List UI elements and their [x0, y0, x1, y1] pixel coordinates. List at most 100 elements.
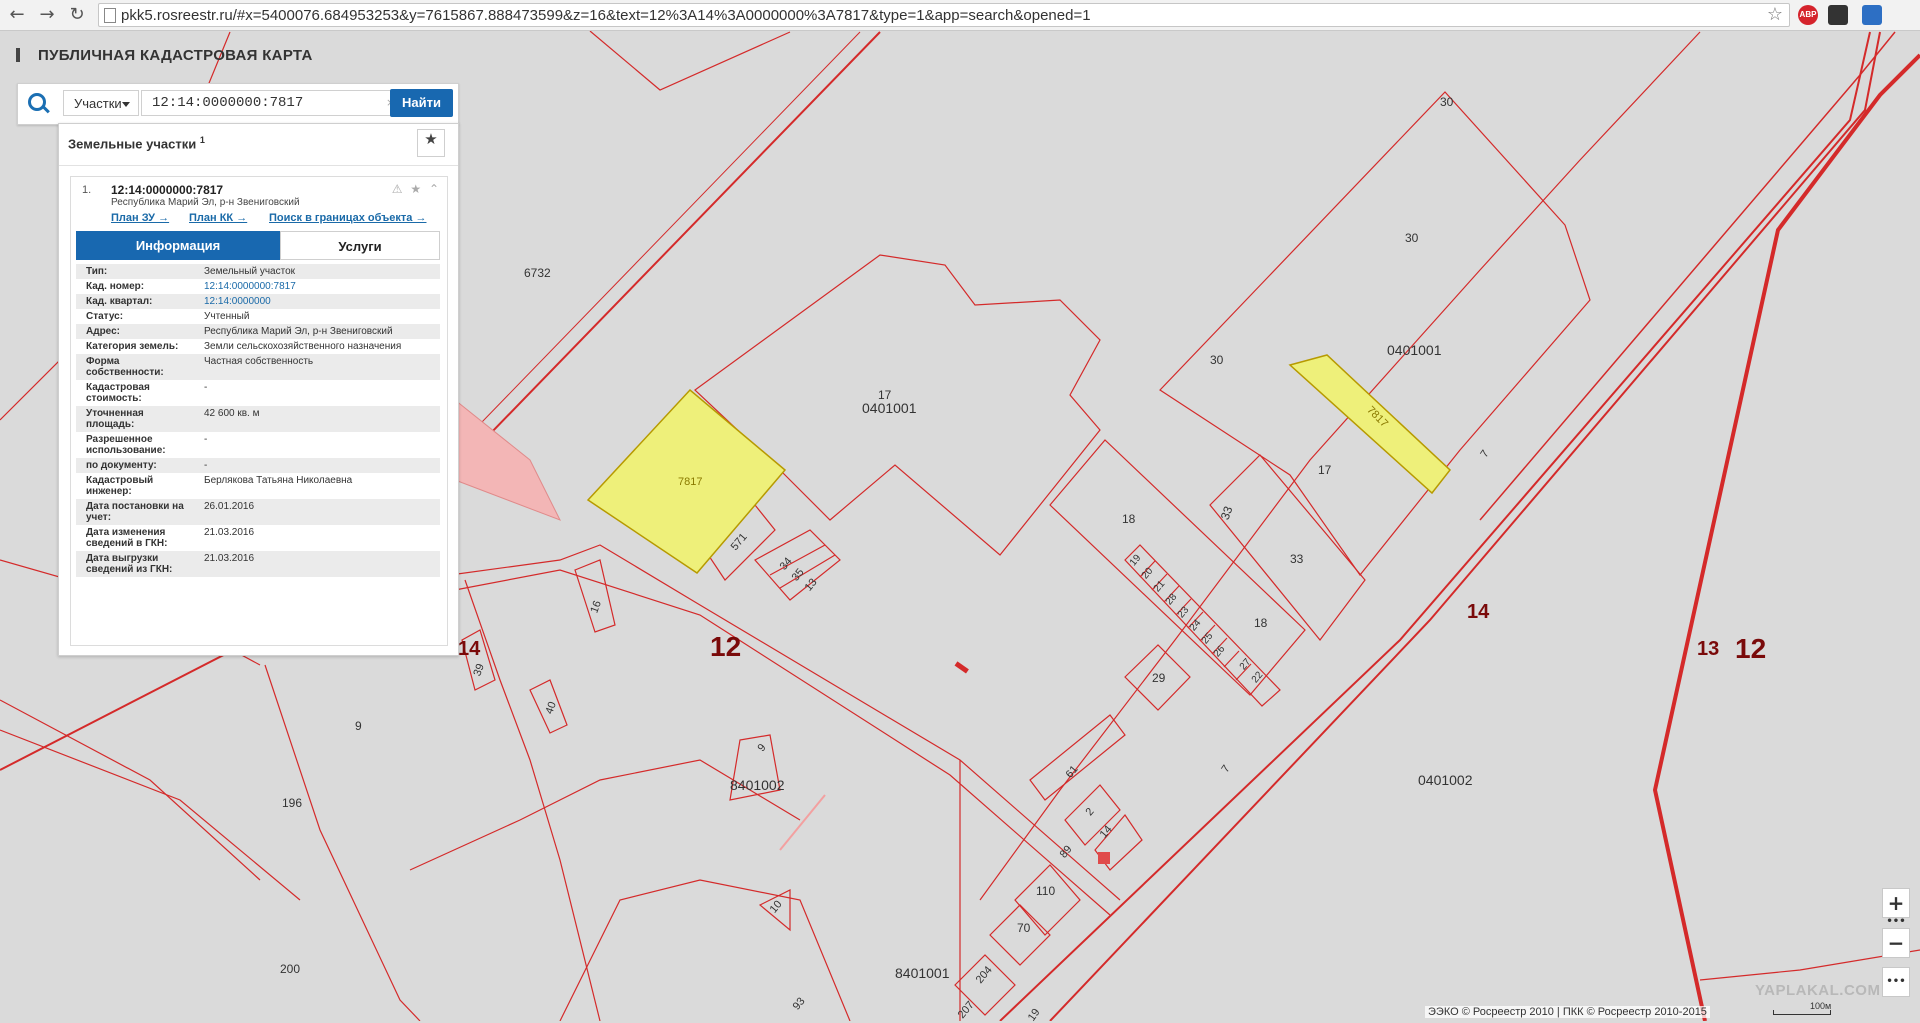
info-key: Дата изменения сведений в ГКН:	[86, 527, 168, 549]
info-value: -	[204, 382, 208, 393]
map-label: 0401001	[862, 400, 917, 416]
info-key: Уточненная площадь:	[86, 408, 144, 430]
info-value: Земли сельскохозяйственного назначения	[204, 341, 402, 352]
favorites-button[interactable]: ★	[417, 129, 445, 157]
info-row: Уточненная площадь: 42 600 кв. м	[76, 406, 440, 432]
plan-zu-link[interactable]: План ЗУ →	[111, 212, 169, 224]
map-label: 8401001	[895, 965, 950, 981]
info-value: Частная собственность	[204, 356, 314, 367]
map-label: 7817	[678, 476, 703, 488]
info-row: Кадастровая стоимость: -	[76, 380, 440, 406]
results-section-title: Земельные участки 1	[68, 135, 205, 151]
plan-kk-link[interactable]: План КК →	[189, 212, 247, 224]
info-key: Дата выгрузки сведений из ГКН:	[86, 553, 173, 575]
watermark: YAPLAKAL.COM	[1755, 982, 1881, 999]
page-icon	[104, 8, 116, 23]
results-title-text: Земельные участки	[68, 136, 197, 152]
map-big-label: 14	[458, 638, 481, 660]
info-row: Категория земель: Земли сельскохозяйствен…	[76, 339, 440, 354]
card-tools-icons[interactable]: ⚠ ★ ⌃	[392, 182, 441, 196]
result-index: 1.	[82, 184, 92, 196]
map-label: 0401002	[1418, 772, 1473, 788]
address-bar[interactable]: pkk5.rosreestr.ru/#x=5400076.684953253&y…	[98, 3, 1790, 27]
map-label: 8401002	[730, 777, 785, 793]
info-value: -	[204, 434, 208, 445]
info-value[interactable]: 12:14:0000000	[194, 294, 440, 309]
info-row: Форма собственности: Частная собственност…	[76, 354, 440, 380]
map-label: 29	[1152, 671, 1166, 685]
info-value: Берлякова Татьяна Николаевна	[204, 475, 353, 486]
info-key: Кад. квартал:	[86, 296, 153, 307]
info-key: Статус:	[86, 311, 124, 322]
map-label: 17	[1318, 463, 1332, 477]
info-key: Тип:	[86, 266, 108, 277]
map-label: 70	[1017, 921, 1031, 935]
info-value[interactable]: 12:14:0000000:7817	[194, 279, 440, 294]
extension-icon[interactable]	[1828, 5, 1848, 25]
map-label: 30	[1440, 95, 1454, 109]
info-row: Дата выгрузки сведений из ГКН: 21.03.2016	[76, 551, 440, 577]
find-button[interactable]: Найти	[390, 89, 453, 117]
info-row: Кад. квартал: 12:14:0000000	[76, 294, 440, 309]
tab-services[interactable]: Услуги	[280, 231, 440, 260]
info-value: 26.01.2016	[204, 501, 255, 512]
divider	[59, 165, 458, 166]
results-count: 1	[199, 135, 205, 145]
info-key: по документу:	[86, 460, 157, 471]
map-label: 18	[1254, 616, 1268, 630]
info-row: Кадастровый инженер: Берлякова Татьяна Ни…	[76, 473, 440, 499]
url-text: pkk5.rosreestr.ru/#x=5400076.684953253&y…	[121, 7, 1091, 24]
map-label: 17	[878, 388, 892, 402]
adblock-icon[interactable]: ABP	[1798, 5, 1818, 25]
map-label: 33	[1290, 552, 1304, 566]
info-value: 21.03.2016	[204, 527, 255, 538]
search-type-select[interactable]: Участки	[63, 90, 139, 116]
search-type-label: Участки	[74, 96, 122, 111]
info-value: Учтенный	[204, 311, 250, 322]
search-in-bounds-link[interactable]: Поиск в границах объекта →	[269, 212, 426, 224]
map-attribution: ЭЭКО © Росреестр 2010 | ПКК © Росреестр …	[1425, 1006, 1710, 1018]
reload-icon[interactable]: ↻	[66, 4, 88, 26]
zoom-in-button[interactable]: +	[1882, 888, 1910, 918]
info-key: Разрешенное использование:	[86, 434, 166, 456]
search-input[interactable]	[141, 90, 407, 116]
info-key: Кад. номер:	[86, 281, 145, 292]
result-card[interactable]: 1. 12:14:0000000:7817 Республика Марий Э…	[70, 176, 448, 646]
search-panel: Участки × Найти	[17, 83, 459, 125]
chevron-down-icon	[122, 102, 130, 107]
info-value: Земельный участок	[204, 266, 296, 277]
app-title: ПУБЛИЧНАЯ КАДАСТРОВАЯ КАРТА	[16, 47, 313, 64]
bookmark-star-icon[interactable]: ☆	[1767, 4, 1783, 25]
map-label: 18	[1122, 512, 1136, 526]
map-label: 196	[282, 796, 303, 810]
info-value: 42 600 кв. м	[204, 408, 260, 419]
info-key: Адрес:	[86, 326, 120, 337]
info-row: Адрес: Республика Марий Эл, р-н Звениговс…	[76, 324, 440, 339]
info-row: по документу: -	[76, 458, 440, 473]
map-label: 0401001	[1387, 342, 1442, 358]
map-big-label: 12	[1735, 633, 1767, 664]
forward-icon[interactable]: →	[36, 4, 58, 26]
info-key: Кадастровый инженер:	[86, 475, 154, 497]
map-label: 9	[355, 719, 362, 733]
info-key: Кадастровая стоимость:	[86, 382, 150, 404]
tab-information[interactable]: Информация	[76, 231, 280, 260]
info-row: Дата постановки на учет: 26.01.2016	[76, 499, 440, 525]
info-row: Разрешенное использование: -	[76, 432, 440, 458]
map-big-label: 14	[1467, 601, 1490, 623]
info-row: Статус: Учтенный	[76, 309, 440, 324]
info-value: -	[204, 460, 208, 471]
back-icon[interactable]: ←	[6, 4, 28, 26]
info-key: Дата постановки на учет:	[86, 501, 184, 523]
map-label: 6732	[524, 266, 551, 280]
result-cad-number[interactable]: 12:14:0000000:7817	[111, 183, 223, 197]
more-options-button[interactable]: •••	[1882, 967, 1910, 997]
search-icon[interactable]	[28, 93, 46, 111]
info-value: Республика Марий Эл, р-н Звениговский	[204, 326, 393, 337]
info-row: Дата изменения сведений в ГКН: 21.03.2016	[76, 525, 440, 551]
browser-toolbar: ← → ↻ pkk5.rosreestr.ru/#x=5400076.68495…	[0, 0, 1920, 31]
map-label: 30	[1210, 353, 1224, 367]
zoom-out-button[interactable]: −	[1882, 928, 1910, 958]
map-big-label: 13	[1697, 638, 1720, 660]
download-icon[interactable]	[1862, 5, 1882, 25]
